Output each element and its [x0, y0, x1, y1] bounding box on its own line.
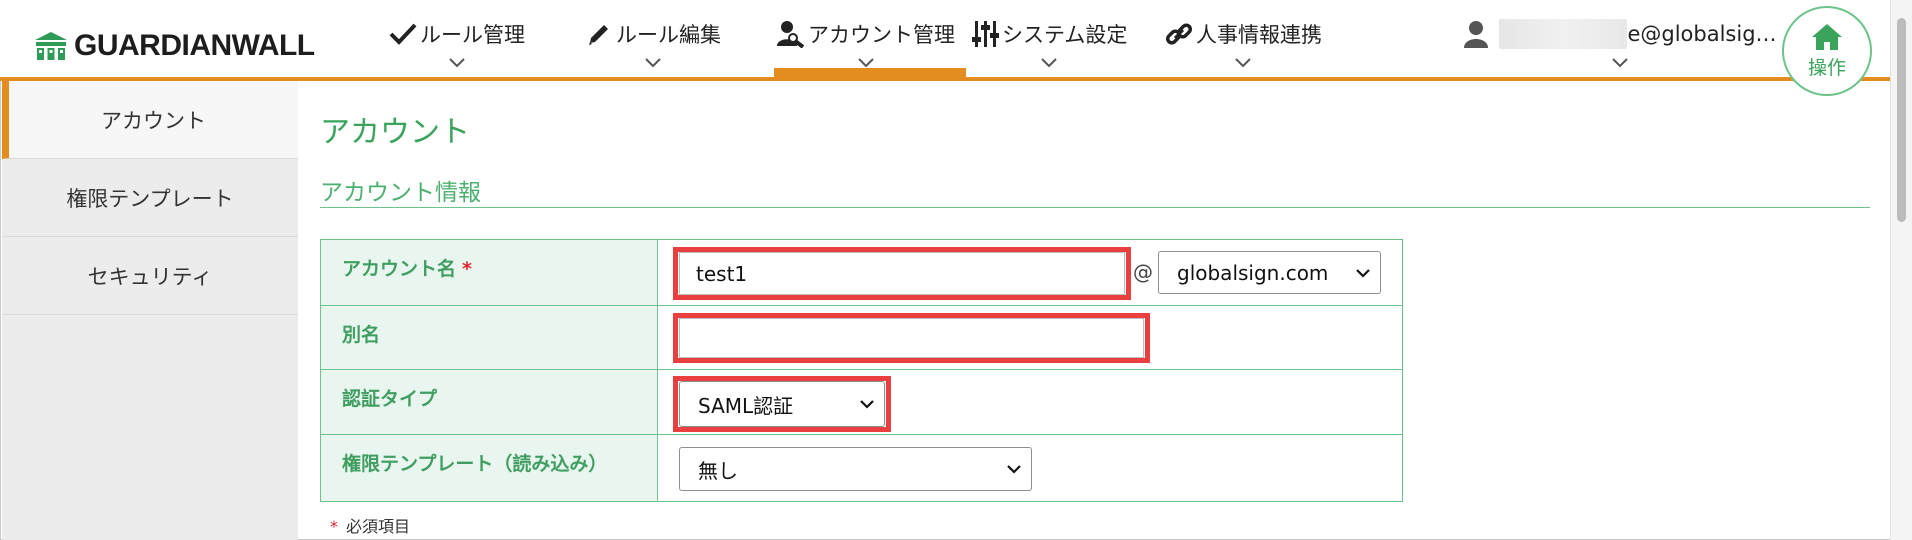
at-sign: @ [1133, 260, 1153, 284]
permission-template-select-value: 無し [698, 458, 738, 483]
sidebar-item-permission-template[interactable]: 権限テンプレート [2, 159, 298, 237]
form-row-alias: 別名 [321, 306, 1402, 370]
user-menu[interactable]: e@globalsig… [1464, 18, 1777, 68]
sidebar-item-label: セキュリティ [87, 264, 213, 289]
sliders-icon [970, 19, 1000, 49]
form-row-permission-template: 権限テンプレート（読み込み） 無し [321, 435, 1402, 501]
form-row-account-name: アカウント名 * test1 @ globalsign.com [321, 240, 1402, 306]
section-title: アカウント情報 [320, 180, 481, 206]
chevron-down-icon [1235, 58, 1251, 68]
vertical-scrollbar[interactable] [1890, 0, 1912, 540]
domain-select[interactable]: globalsign.com [1158, 251, 1381, 294]
page-title: アカウント [320, 115, 470, 150]
chevron-down-icon [857, 58, 874, 68]
field-label: 別名 [321, 306, 658, 369]
required-note: * 必須項目 [330, 513, 410, 537]
required-note-text: 必須項目 [346, 517, 411, 536]
chevron-down-icon [1612, 58, 1628, 68]
checkmark-icon [388, 19, 418, 49]
home-icon [1812, 23, 1842, 50]
link-icon [1164, 19, 1194, 49]
permission-template-select[interactable]: 無し [679, 447, 1032, 491]
required-star: * [330, 517, 338, 536]
operation-home-button[interactable]: 操作 [1782, 6, 1872, 96]
sidebar-item-label: 権限テンプレート [66, 186, 234, 211]
nav-label: ルール管理 [420, 23, 525, 47]
account-form: アカウント名 * test1 @ globalsign.com 別名 認証タイプ… [320, 239, 1403, 502]
required-mark: * [462, 258, 472, 280]
guardianwall-logo-icon [35, 32, 67, 60]
auth-type-select[interactable]: SAML認証 [679, 381, 885, 427]
user-wrench-icon [776, 19, 806, 49]
nav-label: ルール編集 [616, 23, 721, 47]
nav-system-settings[interactable]: システム設定 [970, 18, 1127, 76]
redacted-username [1499, 19, 1628, 49]
nav-hr-integration[interactable]: 人事情報連携 [1164, 18, 1322, 76]
chevron-down-icon [448, 58, 465, 68]
sidebar-item-security[interactable]: セキュリティ [2, 237, 298, 315]
nav-label: アカウント管理 [808, 23, 955, 47]
domain-select-value: globalsign.com [1177, 260, 1329, 285]
pencil-icon [584, 19, 614, 49]
chevron-down-icon [860, 400, 874, 409]
nav-label: 人事情報連携 [1196, 23, 1322, 47]
field-label: 認証タイプ [321, 370, 658, 434]
section-divider [320, 207, 1870, 208]
nav-rule-management[interactable]: ルール管理 [388, 18, 525, 76]
nav-label: システム設定 [1002, 23, 1128, 47]
auth-type-select-value: SAML認証 [698, 393, 794, 418]
field-label: アカウント名 * [321, 240, 658, 305]
main-content: アカウント アカウント情報 アカウント名 * test1 @ globalsign… [298, 81, 1890, 540]
nav-active-indicator [774, 68, 966, 77]
field-label: 権限テンプレート（読み込み） [321, 435, 658, 501]
chevron-down-icon [1007, 465, 1021, 474]
sidebar-item-account[interactable]: アカウント [2, 81, 298, 159]
chevron-down-icon [1040, 58, 1057, 68]
brand-logo[interactable]: GUARDIANWALL [34, 28, 315, 64]
form-row-auth-type: 認証タイプ SAML認証 [321, 370, 1402, 435]
account-name-input[interactable]: test1 [679, 252, 1125, 295]
top-header: GUARDIANWALL ルール管理 ルール編集 アカウント管理 システム設定 … [0, 0, 1912, 81]
home-label: 操作 [1807, 56, 1846, 79]
chevron-down-icon [1356, 268, 1370, 278]
alias-input[interactable] [679, 318, 1144, 358]
nav-rule-edit[interactable]: ルール編集 [584, 18, 721, 76]
scrollbar-thumb[interactable] [1897, 18, 1906, 222]
user-icon [1464, 21, 1489, 48]
chevron-down-icon [644, 58, 661, 68]
sidebar: アカウント 権限テンプレート セキュリティ [2, 81, 298, 540]
user-email: e@globalsig… [1627, 22, 1777, 46]
sidebar-item-label: アカウント [101, 108, 206, 133]
brand-name: GUARDIANWALL [74, 29, 315, 62]
